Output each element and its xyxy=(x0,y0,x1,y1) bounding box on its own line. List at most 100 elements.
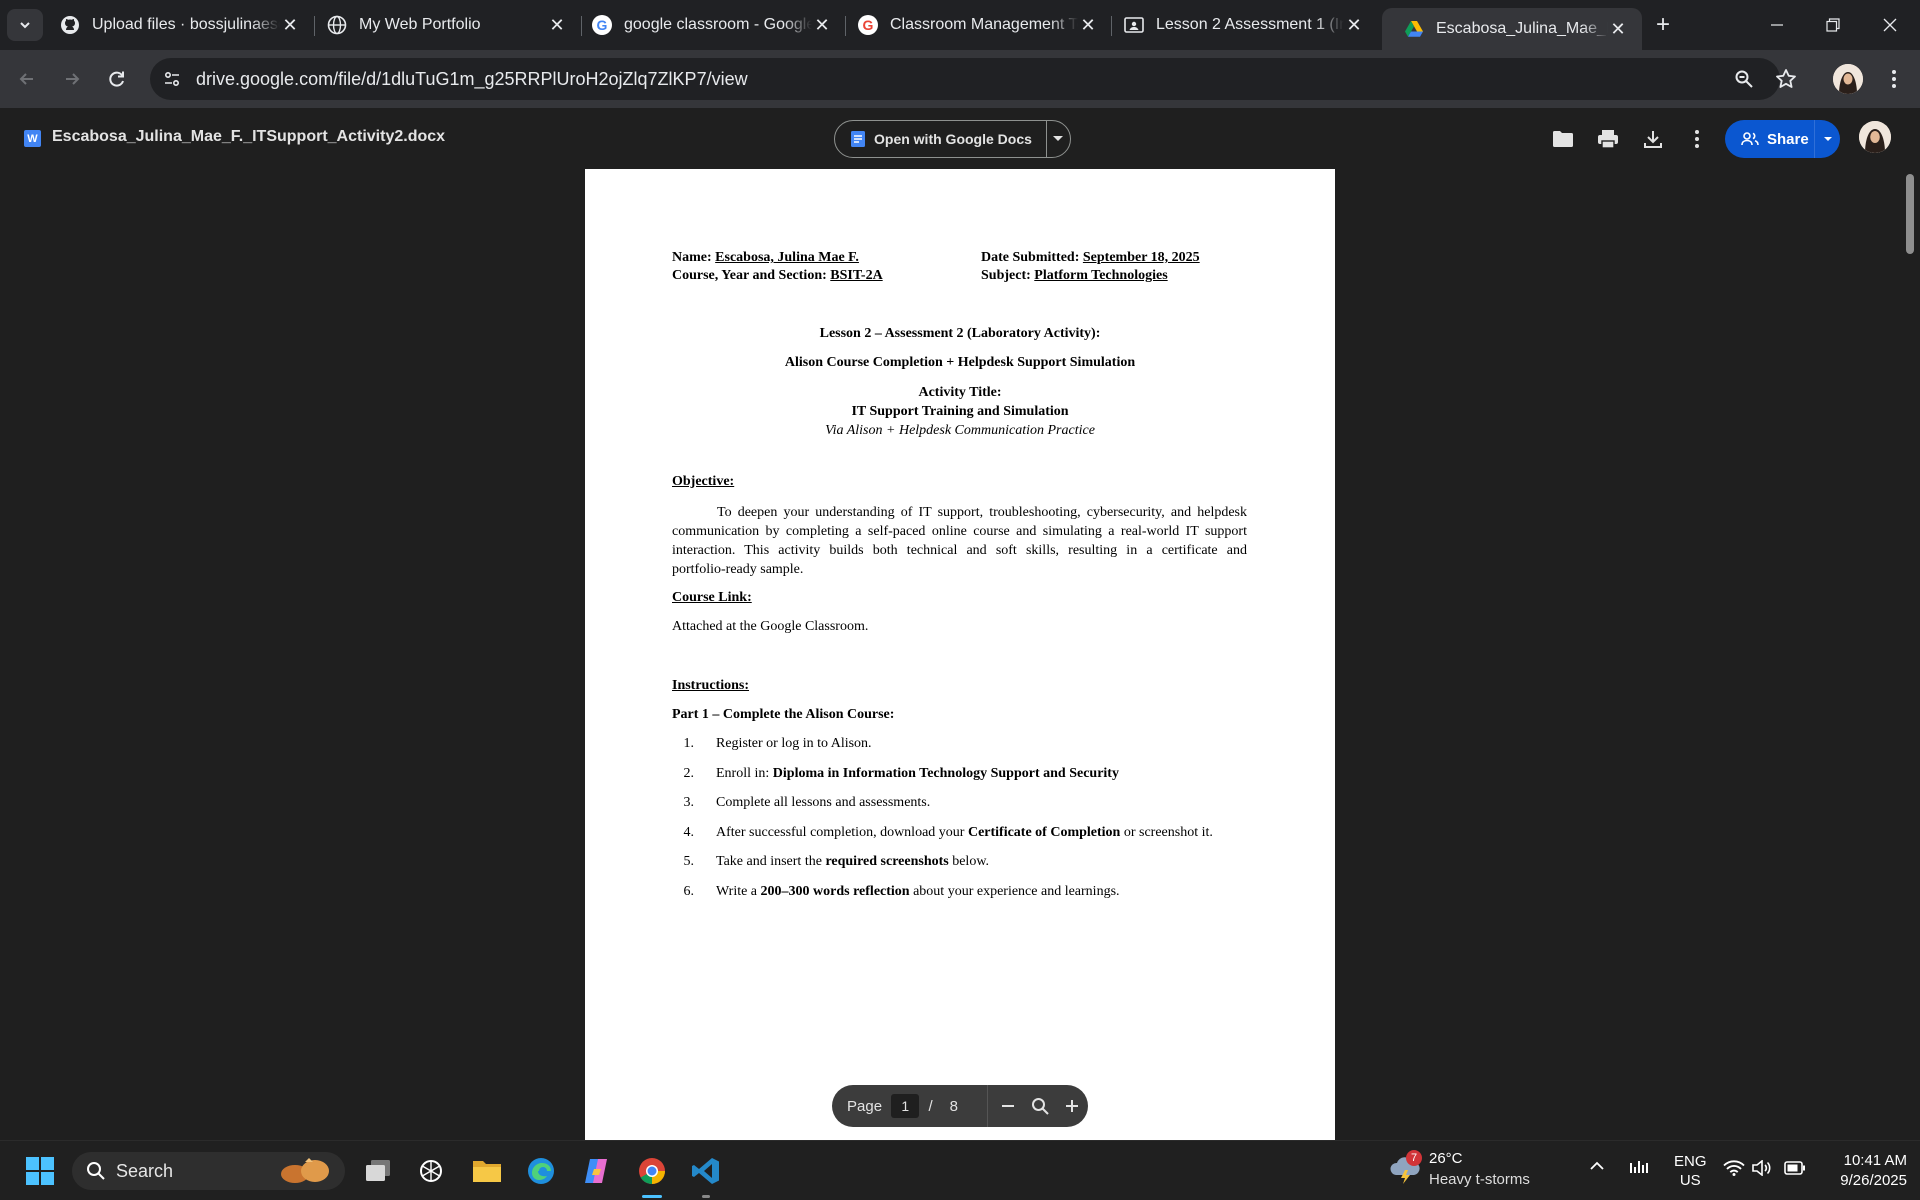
restore-button[interactable] xyxy=(1805,0,1861,50)
battery-status[interactable] xyxy=(1784,1161,1806,1179)
add-to-drive-button[interactable] xyxy=(1549,125,1577,153)
activity-title: IT Support Training and Simulation xyxy=(851,404,1069,419)
more-actions-button[interactable] xyxy=(1683,125,1711,153)
globe-icon xyxy=(327,15,347,35)
list-text: Enroll in: xyxy=(716,766,773,781)
page-number-input[interactable]: 1 xyxy=(891,1094,920,1118)
active-indicator xyxy=(642,1195,662,1198)
url-text[interactable]: drive.google.com/file/d/1dluTuG1m_g25RRP… xyxy=(196,69,748,90)
list-bold: 200–300 words reflection xyxy=(760,884,910,899)
new-tab-button[interactable]: + xyxy=(1647,10,1679,40)
course-link-text: Attached at the Google Classroom. xyxy=(672,619,869,634)
chatgpt-app[interactable] xyxy=(411,1151,451,1191)
list-item: 1. Register or log in to Alison. xyxy=(672,736,872,752)
share-button[interactable]: Share xyxy=(1725,120,1815,158)
page-total: 8 xyxy=(949,1097,958,1115)
chevron-up-icon xyxy=(1590,1161,1604,1170)
list-text: about your experience and learnings. xyxy=(909,884,1120,899)
list-text: below. xyxy=(948,854,990,869)
site-info-icon[interactable] xyxy=(162,69,182,94)
tab-lesson2[interactable]: Lesson 2 Assessment 1 (Individual) ✕ xyxy=(1102,0,1378,50)
language-indicator[interactable]: ENG US xyxy=(1674,1152,1707,1190)
taskbar-search[interactable]: Search xyxy=(72,1152,345,1190)
open-with-docs-button[interactable]: Open with Google Docs xyxy=(835,121,1047,157)
tab-drive-file[interactable]: Escabosa_Julina_Mae_F._ITSupport_Activit… xyxy=(1382,8,1642,50)
divider xyxy=(986,1085,988,1127)
volume-status[interactable] xyxy=(1752,1159,1772,1180)
activity-title-label: Activity Title: xyxy=(918,385,1002,400)
start-button[interactable] xyxy=(20,1151,60,1191)
clock-date: 9/26/2025 xyxy=(1840,1172,1907,1189)
list-text: Write a xyxy=(716,884,761,899)
zoom-out-button[interactable] xyxy=(991,1085,1023,1127)
caret-down-icon xyxy=(1823,137,1832,141)
network-status[interactable] xyxy=(1723,1160,1745,1180)
drive-icon xyxy=(1404,19,1424,39)
list-number: 2. xyxy=(683,766,695,781)
show-hidden-icons-button[interactable] xyxy=(1589,1159,1605,1176)
tab-title: Escabosa_Julina_Mae_F._ITSupport_Activit… xyxy=(1436,20,1608,37)
close-window-button[interactable] xyxy=(1862,0,1918,50)
tab-classroom-tools[interactable]: G Classroom Management Tools ✕ xyxy=(836,0,1112,50)
weather-widget[interactable]: 7 xyxy=(1388,1150,1430,1191)
download-icon xyxy=(1644,131,1662,148)
close-icon[interactable]: ✕ xyxy=(1078,15,1098,35)
chrome-app[interactable] xyxy=(632,1151,672,1198)
viewer-scrollbar[interactable] xyxy=(1906,174,1914,254)
address-bar[interactable]: drive.google.com/file/d/1dluTuG1m_g25RRP… xyxy=(150,58,1796,100)
list-item: 6. Write a 200–300 words reflection about… xyxy=(672,884,1120,900)
zoom-fit-button[interactable] xyxy=(1024,1085,1056,1127)
speaker-icon xyxy=(1752,1159,1771,1177)
share-label: Share xyxy=(1767,130,1809,148)
edge-app[interactable] xyxy=(521,1151,561,1191)
profile-avatar[interactable] xyxy=(1833,64,1863,94)
list-text: After successful completion, download yo… xyxy=(716,825,968,840)
browser-menu-button[interactable] xyxy=(1878,63,1910,95)
clock[interactable]: 10:41 AM 9/26/2025 xyxy=(1817,1151,1907,1191)
zoom-in-button[interactable] xyxy=(1056,1085,1088,1127)
task-view-button[interactable] xyxy=(358,1151,398,1191)
tab-portfolio[interactable]: My Web Portfolio ✕ xyxy=(305,0,581,50)
minimize-button[interactable] xyxy=(1749,0,1805,50)
forward-button[interactable] xyxy=(56,63,88,95)
bookmark-star-icon[interactable] xyxy=(1775,68,1797,95)
download-button[interactable] xyxy=(1639,125,1667,153)
windows-taskbar: Search 7 26°C Heavy t-storms ENG US 10:4… xyxy=(0,1140,1920,1200)
copilot-app[interactable] xyxy=(576,1151,616,1191)
weather-badge: 7 xyxy=(1406,1150,1422,1166)
tab-google-search[interactable]: G google classroom - Google Search ✕ xyxy=(570,0,846,50)
google-icon: G xyxy=(592,15,612,35)
reload-button[interactable] xyxy=(101,63,133,95)
docs-icon xyxy=(851,131,865,147)
close-icon[interactable]: ✕ xyxy=(812,15,832,35)
file-explorer-app[interactable] xyxy=(467,1151,507,1191)
zoom-icon[interactable] xyxy=(1734,69,1754,94)
course-link-heading: Course Link: xyxy=(672,590,752,605)
list-bold: required screenshots xyxy=(825,854,949,869)
back-button[interactable] xyxy=(11,63,43,95)
date-label: Date Submitted: xyxy=(981,250,1080,265)
search-highlight-icon xyxy=(281,1158,329,1183)
close-icon[interactable]: ✕ xyxy=(1608,19,1628,39)
open-with-dropdown[interactable] xyxy=(1047,135,1070,143)
close-icon[interactable]: ✕ xyxy=(547,15,567,35)
name-label: Name: xyxy=(672,250,712,265)
instructions-heading: Instructions: xyxy=(672,678,750,693)
print-button[interactable] xyxy=(1594,125,1622,153)
task-view-icon xyxy=(366,1160,390,1181)
part1-heading: Part 1 – Complete the Alison Course: xyxy=(672,707,895,722)
share-dropdown[interactable] xyxy=(1815,136,1840,142)
account-avatar[interactable] xyxy=(1859,121,1891,153)
search-icon xyxy=(87,1162,105,1180)
document-viewer[interactable]: Name: Escabosa, Julina Mae F. Course, Ye… xyxy=(0,168,1920,1140)
share-group: Share xyxy=(1725,120,1840,158)
vscode-app[interactable] xyxy=(686,1151,726,1198)
folder-icon xyxy=(1553,131,1573,147)
battery-icon xyxy=(1784,1161,1805,1175)
close-icon[interactable]: ✕ xyxy=(280,15,300,35)
close-icon[interactable]: ✕ xyxy=(1344,15,1364,35)
minus-icon xyxy=(1001,1105,1014,1107)
close-icon xyxy=(1883,18,1897,32)
tab-github[interactable]: Upload files · bossjulinaescabosa ✕ xyxy=(38,0,314,50)
tray-app-icon[interactable] xyxy=(1629,1159,1649,1179)
